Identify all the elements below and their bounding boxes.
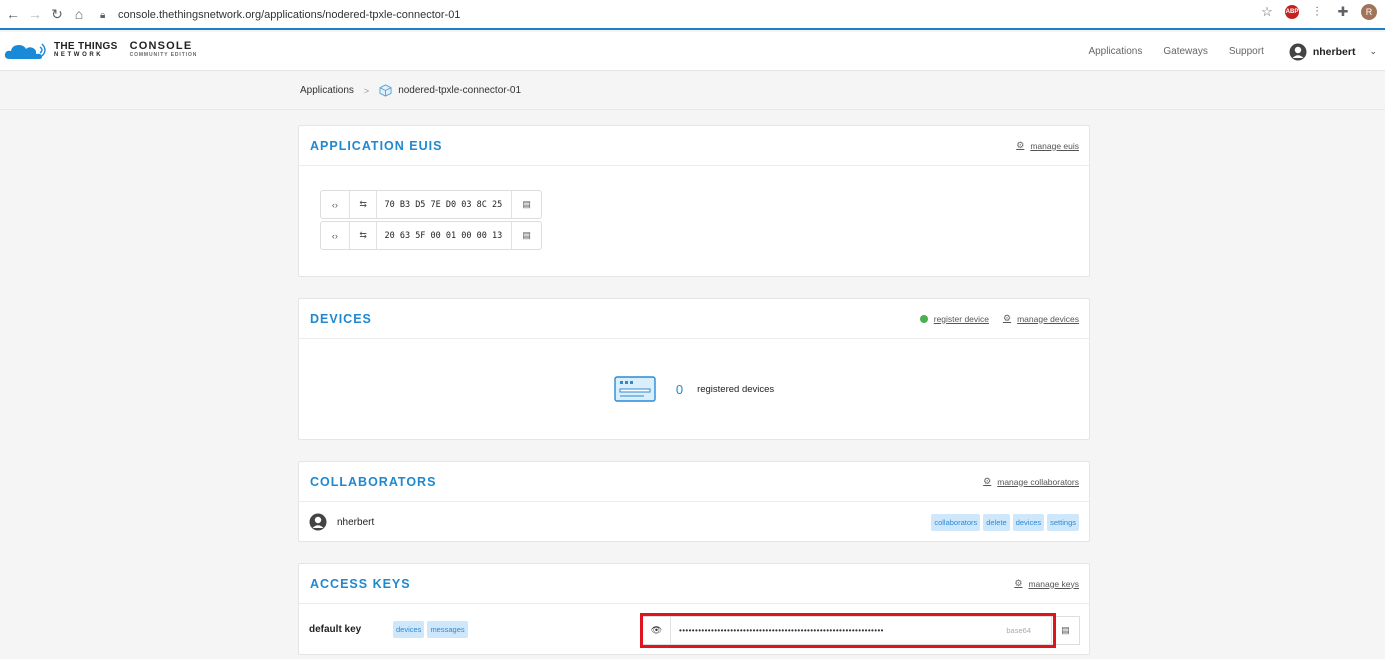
code-toggle-icon[interactable]: ‹›: [321, 191, 349, 218]
breadcrumb-applications[interactable]: Applications: [300, 85, 354, 96]
manage-devices-link[interactable]: ⚙ manage devices: [1003, 313, 1079, 324]
user-avatar-icon: [1289, 43, 1307, 60]
eye-icon[interactable]: 👁︎: [643, 617, 671, 644]
device-count-label: registered devices: [697, 383, 775, 395]
manage-euis-link[interactable]: ⚙ manage euis: [1016, 140, 1079, 151]
right-tag: collaborators: [931, 513, 981, 531]
device-count[interactable]: 0: [676, 382, 683, 397]
logo-title: THE THINGS: [54, 41, 118, 52]
app-header: THE THINGS NETWORK CONSOLE COMMUNITY EDI…: [0, 32, 1385, 71]
ttn-logo[interactable]: THE THINGS NETWORK CONSOLE COMMUNITY EDI…: [4, 41, 197, 61]
code-toggle-icon[interactable]: ‹›: [321, 222, 349, 249]
access-key-name: default key: [309, 623, 362, 635]
nav-applications[interactable]: Applications: [1088, 46, 1142, 57]
forward-arrow-icon[interactable]: →: [24, 3, 46, 25]
url-text[interactable]: console.thethingsnetwork.org/application…: [118, 9, 460, 21]
equalizer-icon[interactable]: ⫶: [1309, 4, 1325, 20]
copy-icon[interactable]: ▤: [1051, 617, 1079, 644]
breadcrumb-bar: Applications > nodered-tpxle-connector-0…: [0, 72, 1385, 110]
adblock-icon[interactable]: ABP: [1285, 5, 1299, 19]
manage-euis-label: manage euis: [1030, 140, 1079, 151]
username: nherbert: [1312, 45, 1356, 58]
home-icon[interactable]: ⌂: [68, 3, 90, 25]
cube-icon: [379, 84, 392, 97]
gear-icon: ⚙: [983, 476, 992, 486]
profile-avatar[interactable]: R: [1361, 4, 1377, 20]
collaborator-row: nherbert collaborators delete devices se…: [299, 502, 1089, 542]
collaborator-name: nherbert: [337, 516, 375, 528]
manage-collaborators-link[interactable]: ⚙ manage collaborators: [983, 476, 1079, 487]
console-edition: COMMUNITY EDITION: [129, 52, 198, 58]
chevron-down-icon[interactable]: ⌄: [1369, 46, 1377, 57]
section-title: APPLICATION EUIS: [310, 138, 443, 153]
plus-circle-icon: [919, 314, 928, 323]
reload-icon[interactable]: ↻: [46, 3, 68, 25]
nav-gateways[interactable]: Gateways: [1163, 46, 1207, 57]
chevron-right-icon: >: [363, 85, 370, 96]
copy-icon[interactable]: ▤: [511, 222, 541, 249]
breadcrumb-current: nodered-tpxle-connector-01: [398, 85, 522, 96]
eui-value: 20 63 5F 00 01 00 00 13: [376, 222, 511, 249]
right-tag: messages: [427, 620, 468, 638]
access-key-field: 👁︎ •••••••••••••••••••••••••••••••••••••…: [642, 616, 1080, 645]
access-key-masked-value[interactable]: ••••••••••••••••••••••••••••••••••••••••…: [671, 626, 1006, 635]
user-avatar-icon: [309, 513, 327, 531]
access-keys-section: ACCESS KEYS ⚙ manage keys default key de…: [298, 563, 1090, 655]
devices-section: DEVICES register device ⚙ manage devices…: [298, 298, 1090, 440]
application-euis-section: APPLICATION EUIS ⚙ manage euis ‹› ⇆ 70 B…: [298, 125, 1090, 277]
eui-value: 70 B3 D5 7E D0 03 8C 25: [376, 191, 511, 218]
section-title: DEVICES: [310, 311, 372, 326]
register-device-label: register device: [933, 313, 990, 324]
user-menu[interactable]: nherbert ⌄: [1289, 43, 1377, 61]
right-tag: settings: [1047, 513, 1079, 531]
gear-icon: ⚙: [1016, 140, 1025, 150]
lock-icon: 🔒︎: [100, 9, 106, 21]
browser-toolbar: ← → ↻ ⌂ 🔒︎ console.thethingsnetwork.org/…: [0, 0, 1385, 30]
star-icon[interactable]: ☆: [1259, 4, 1275, 20]
gear-icon: ⚙: [1014, 578, 1023, 588]
key-format-toggle[interactable]: base64: [1006, 626, 1031, 635]
manage-keys-link[interactable]: ⚙ manage keys: [1014, 578, 1079, 589]
manage-devices-label: manage devices: [1017, 313, 1079, 324]
breadcrumb: Applications > nodered-tpxle-connector-0…: [300, 84, 521, 97]
back-arrow-icon[interactable]: ←: [2, 3, 24, 25]
gear-icon: ⚙: [1003, 313, 1012, 323]
right-tag: devices: [1012, 513, 1045, 531]
manage-collaborators-label: manage collaborators: [997, 476, 1079, 487]
cloud-logo-icon: [4, 43, 46, 59]
copy-icon[interactable]: ▤: [511, 191, 541, 218]
address-bar[interactable]: 🔒︎ console.thethingsnetwork.org/applicat…: [100, 4, 1280, 26]
section-title: ACCESS KEYS: [310, 576, 411, 591]
swap-byte-order-icon[interactable]: ⇆: [348, 222, 377, 249]
logo-subtitle: NETWORK: [54, 52, 104, 58]
nav-support[interactable]: Support: [1229, 46, 1264, 57]
register-device-link[interactable]: register device: [919, 313, 990, 324]
eui-field: ‹› ⇆ 20 63 5F 00 01 00 00 13 ▤: [320, 221, 542, 250]
puzzle-icon[interactable]: ✚: [1335, 4, 1351, 20]
eui-field: ‹› ⇆ 70 B3 D5 7E D0 03 8C 25 ▤: [320, 190, 542, 219]
manage-keys-label: manage keys: [1028, 578, 1079, 589]
swap-byte-order-icon[interactable]: ⇆: [348, 191, 377, 218]
access-key-row: default key devices messages 👁︎ ••••••••…: [299, 604, 1089, 654]
collaborators-section: COLLABORATORS ⚙ manage collaborators nhe…: [298, 461, 1090, 542]
right-tag: devices: [393, 620, 425, 638]
console-title: CONSOLE: [129, 40, 193, 52]
device-board-icon: [614, 376, 656, 402]
section-title: COLLABORATORS: [310, 474, 437, 489]
right-tag: delete: [983, 513, 1010, 531]
